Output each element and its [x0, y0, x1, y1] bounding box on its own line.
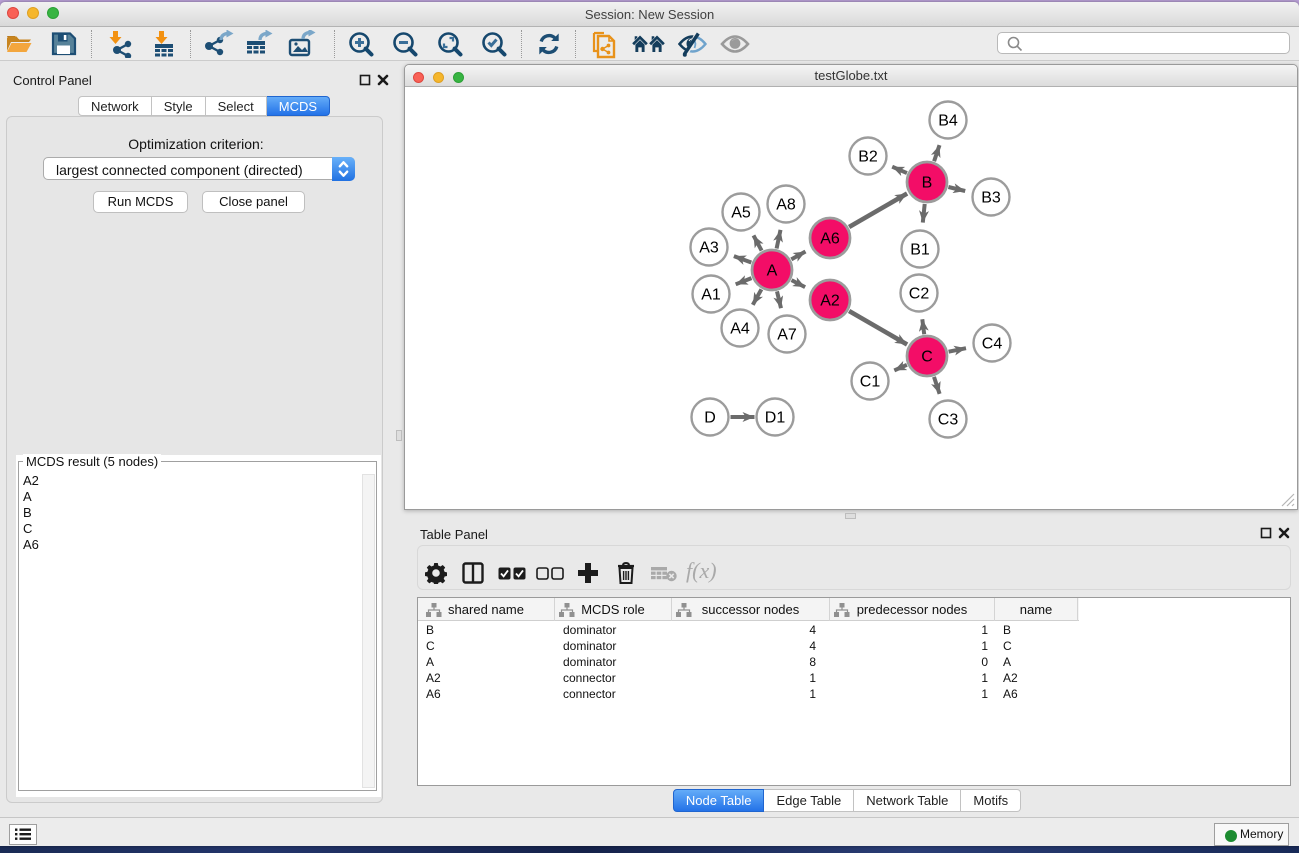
svg-text:C: C	[921, 349, 933, 366]
svg-text:A5: A5	[731, 205, 751, 222]
svg-text:A8: A8	[776, 197, 796, 214]
svg-text:B1: B1	[910, 242, 930, 259]
svg-text:C4: C4	[982, 336, 1003, 353]
svg-text:B3: B3	[981, 190, 1001, 207]
svg-text:A: A	[767, 263, 778, 280]
svg-text:A2: A2	[820, 293, 840, 310]
svg-text:C1: C1	[860, 374, 881, 391]
svg-text:C3: C3	[938, 412, 959, 429]
svg-text:B2: B2	[858, 149, 878, 166]
svg-text:A7: A7	[777, 327, 797, 344]
svg-text:D1: D1	[765, 410, 786, 427]
svg-text:A3: A3	[699, 240, 719, 257]
svg-text:A1: A1	[701, 287, 721, 304]
svg-text:B4: B4	[938, 113, 958, 130]
svg-text:B: B	[922, 175, 933, 192]
svg-text:C2: C2	[909, 286, 930, 303]
svg-text:A6: A6	[820, 231, 840, 248]
svg-text:D: D	[704, 410, 716, 427]
svg-text:A4: A4	[730, 321, 750, 338]
